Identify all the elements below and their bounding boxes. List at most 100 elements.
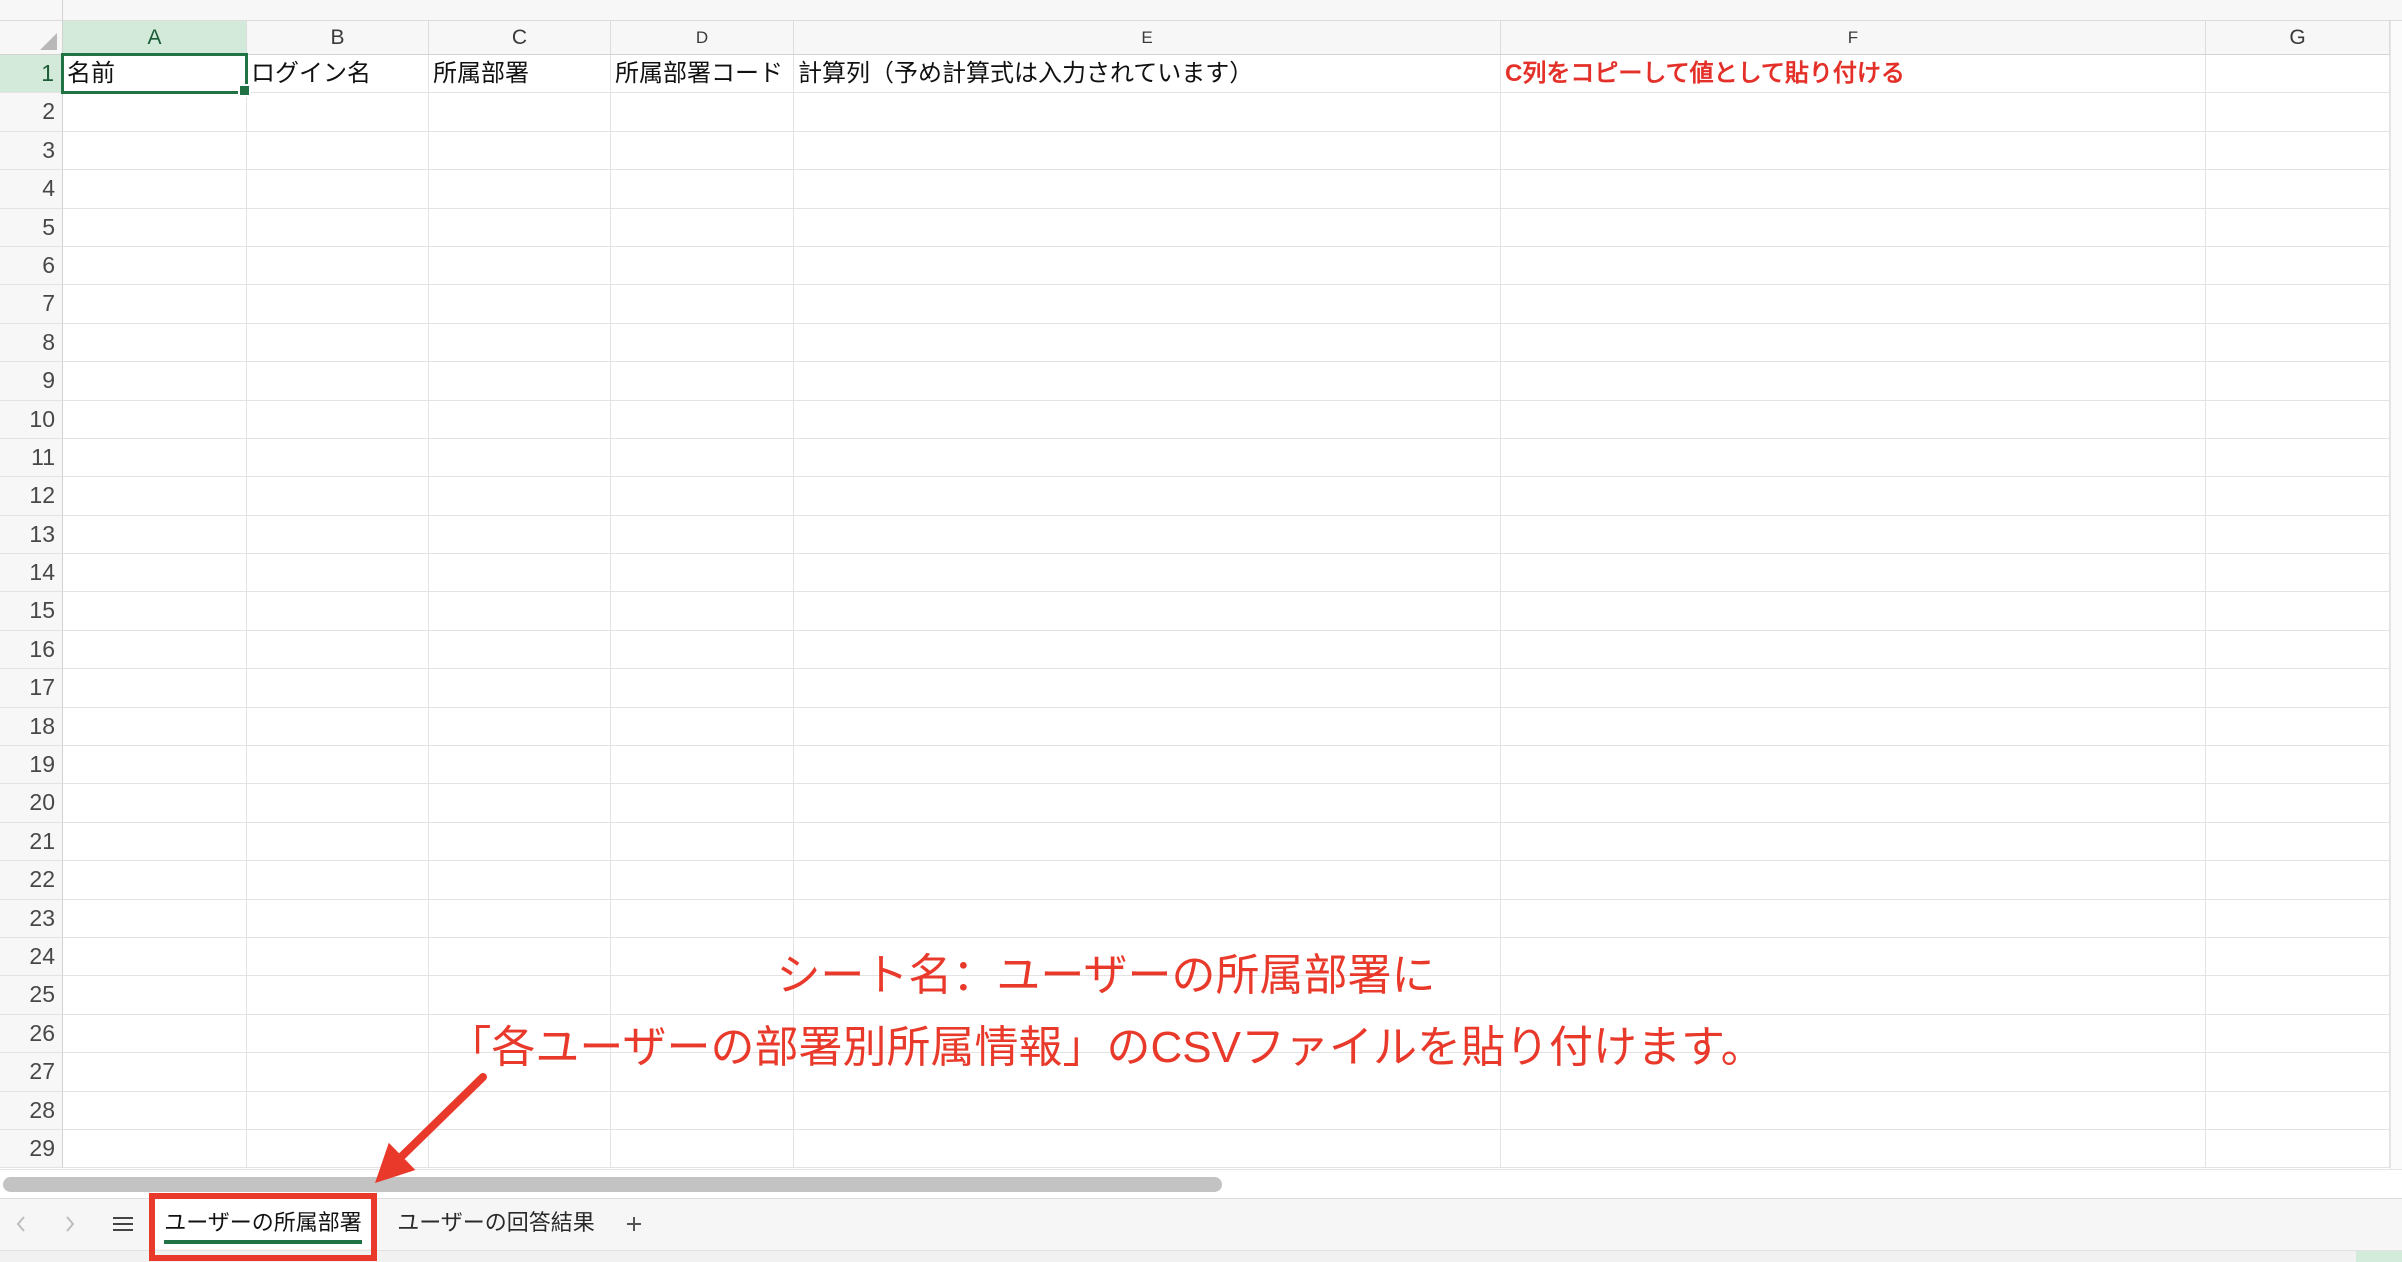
cell-d22[interactable] <box>611 861 794 900</box>
cell-a28[interactable] <box>63 1091 247 1130</box>
cell-c4[interactable] <box>429 170 611 209</box>
cell-d18[interactable] <box>611 707 794 747</box>
cell-b26[interactable] <box>247 1014 429 1054</box>
cell-c12[interactable] <box>429 477 611 516</box>
cell-g1[interactable] <box>2206 55 2390 94</box>
cell-f6[interactable] <box>1501 246 2206 286</box>
cell-e3[interactable] <box>794 131 1501 171</box>
cell-a25[interactable] <box>63 976 247 1015</box>
cell-f7[interactable] <box>1501 285 2206 324</box>
row-header-6[interactable]: 6 <box>0 246 63 286</box>
cell-b22[interactable] <box>247 861 429 900</box>
cell-f15[interactable] <box>1501 592 2206 631</box>
cell-f20[interactable] <box>1501 784 2206 823</box>
cell-g12[interactable] <box>2206 477 2390 516</box>
row-header-14[interactable]: 14 <box>0 554 63 593</box>
cell-f11[interactable] <box>1501 438 2206 478</box>
row-header-25[interactable]: 25 <box>0 976 63 1015</box>
column-header-d[interactable]: D <box>611 21 794 55</box>
cell-c16[interactable] <box>429 630 611 670</box>
cell-a8[interactable] <box>63 323 247 363</box>
cell-b9[interactable] <box>247 362 429 401</box>
cell-c22[interactable] <box>429 861 611 900</box>
row-header-28[interactable]: 28 <box>0 1091 63 1130</box>
cell-b12[interactable] <box>247 477 429 516</box>
cell-g28[interactable] <box>2206 1091 2390 1130</box>
cell-g20[interactable] <box>2206 784 2390 823</box>
row-header-20[interactable]: 20 <box>0 784 63 823</box>
cell-b10[interactable] <box>247 400 429 439</box>
cell-c27[interactable] <box>429 1053 611 1092</box>
cell-g7[interactable] <box>2206 285 2390 324</box>
row-header-17[interactable]: 17 <box>0 669 63 708</box>
cell-g24[interactable] <box>2206 937 2390 977</box>
cell-a1[interactable]: 名前 <box>63 55 247 94</box>
cell-e11[interactable] <box>794 438 1501 478</box>
cell-e6[interactable] <box>794 246 1501 286</box>
cell-a6[interactable] <box>63 246 247 286</box>
next-sheet-button[interactable] <box>59 1199 81 1249</box>
cell-f1[interactable]: C列をコピーして値として貼り付ける <box>1501 55 2206 94</box>
cell-a21[interactable] <box>63 822 247 862</box>
prev-sheet-button[interactable] <box>10 1199 32 1249</box>
cell-g18[interactable] <box>2206 707 2390 747</box>
cell-b6[interactable] <box>247 246 429 286</box>
row-header-5[interactable]: 5 <box>0 208 63 247</box>
cell-c8[interactable] <box>429 323 611 363</box>
cell-b18[interactable] <box>247 707 429 747</box>
cell-c3[interactable] <box>429 131 611 171</box>
cell-a5[interactable] <box>63 208 247 247</box>
cell-b5[interactable] <box>247 208 429 247</box>
cell-d9[interactable] <box>611 362 794 401</box>
cell-g23[interactable] <box>2206 899 2390 938</box>
cell-g29[interactable] <box>2206 1129 2390 1169</box>
cell-f24[interactable] <box>1501 937 2206 977</box>
cell-b27[interactable] <box>247 1053 429 1092</box>
cell-g15[interactable] <box>2206 592 2390 631</box>
cell-g10[interactable] <box>2206 400 2390 439</box>
cell-e9[interactable] <box>794 362 1501 401</box>
cell-d17[interactable] <box>611 669 794 708</box>
cell-a15[interactable] <box>63 592 247 631</box>
row-header-16[interactable]: 16 <box>0 630 63 670</box>
cell-c17[interactable] <box>429 669 611 708</box>
cell-a23[interactable] <box>63 899 247 938</box>
row-header-1[interactable]: 1 <box>0 55 63 94</box>
cell-b19[interactable] <box>247 746 429 785</box>
cell-g8[interactable] <box>2206 323 2390 363</box>
row-header-26[interactable]: 26 <box>0 1014 63 1054</box>
cell-a13[interactable] <box>63 515 247 555</box>
cell-b28[interactable] <box>247 1091 429 1130</box>
cell-a27[interactable] <box>63 1053 247 1092</box>
cell-e10[interactable] <box>794 400 1501 439</box>
cell-e26[interactable] <box>794 1014 1501 1054</box>
cell-e7[interactable] <box>794 285 1501 324</box>
cell-f28[interactable] <box>1501 1091 2206 1130</box>
cell-f22[interactable] <box>1501 861 2206 900</box>
cell-d1[interactable]: 所属部署コード <box>611 55 794 94</box>
horizontal-scrollbar[interactable] <box>0 1169 2402 1198</box>
cell-e15[interactable] <box>794 592 1501 631</box>
cell-a9[interactable] <box>63 362 247 401</box>
cell-e25[interactable] <box>794 976 1501 1015</box>
sheet-tab-user-answers[interactable]: ユーザーの回答結果 <box>386 1199 606 1249</box>
row-header-22[interactable]: 22 <box>0 861 63 900</box>
cell-c20[interactable] <box>429 784 611 823</box>
cell-f8[interactable] <box>1501 323 2206 363</box>
cell-c24[interactable] <box>429 937 611 977</box>
cell-g17[interactable] <box>2206 669 2390 708</box>
column-header-b[interactable]: B <box>247 21 429 55</box>
cell-d27[interactable] <box>611 1053 794 1092</box>
cell-a11[interactable] <box>63 438 247 478</box>
cell-a4[interactable] <box>63 170 247 209</box>
cell-a19[interactable] <box>63 746 247 785</box>
cell-c29[interactable] <box>429 1129 611 1169</box>
row-header-23[interactable]: 23 <box>0 899 63 938</box>
cell-g27[interactable] <box>2206 1053 2390 1092</box>
sheet-tab-user-departments[interactable]: ユーザーの所属部署 <box>155 1199 371 1249</box>
cell-d5[interactable] <box>611 208 794 247</box>
cell-a10[interactable] <box>63 400 247 439</box>
cell-a12[interactable] <box>63 477 247 516</box>
cell-g26[interactable] <box>2206 1014 2390 1054</box>
column-header-e[interactable]: E <box>794 21 1501 55</box>
